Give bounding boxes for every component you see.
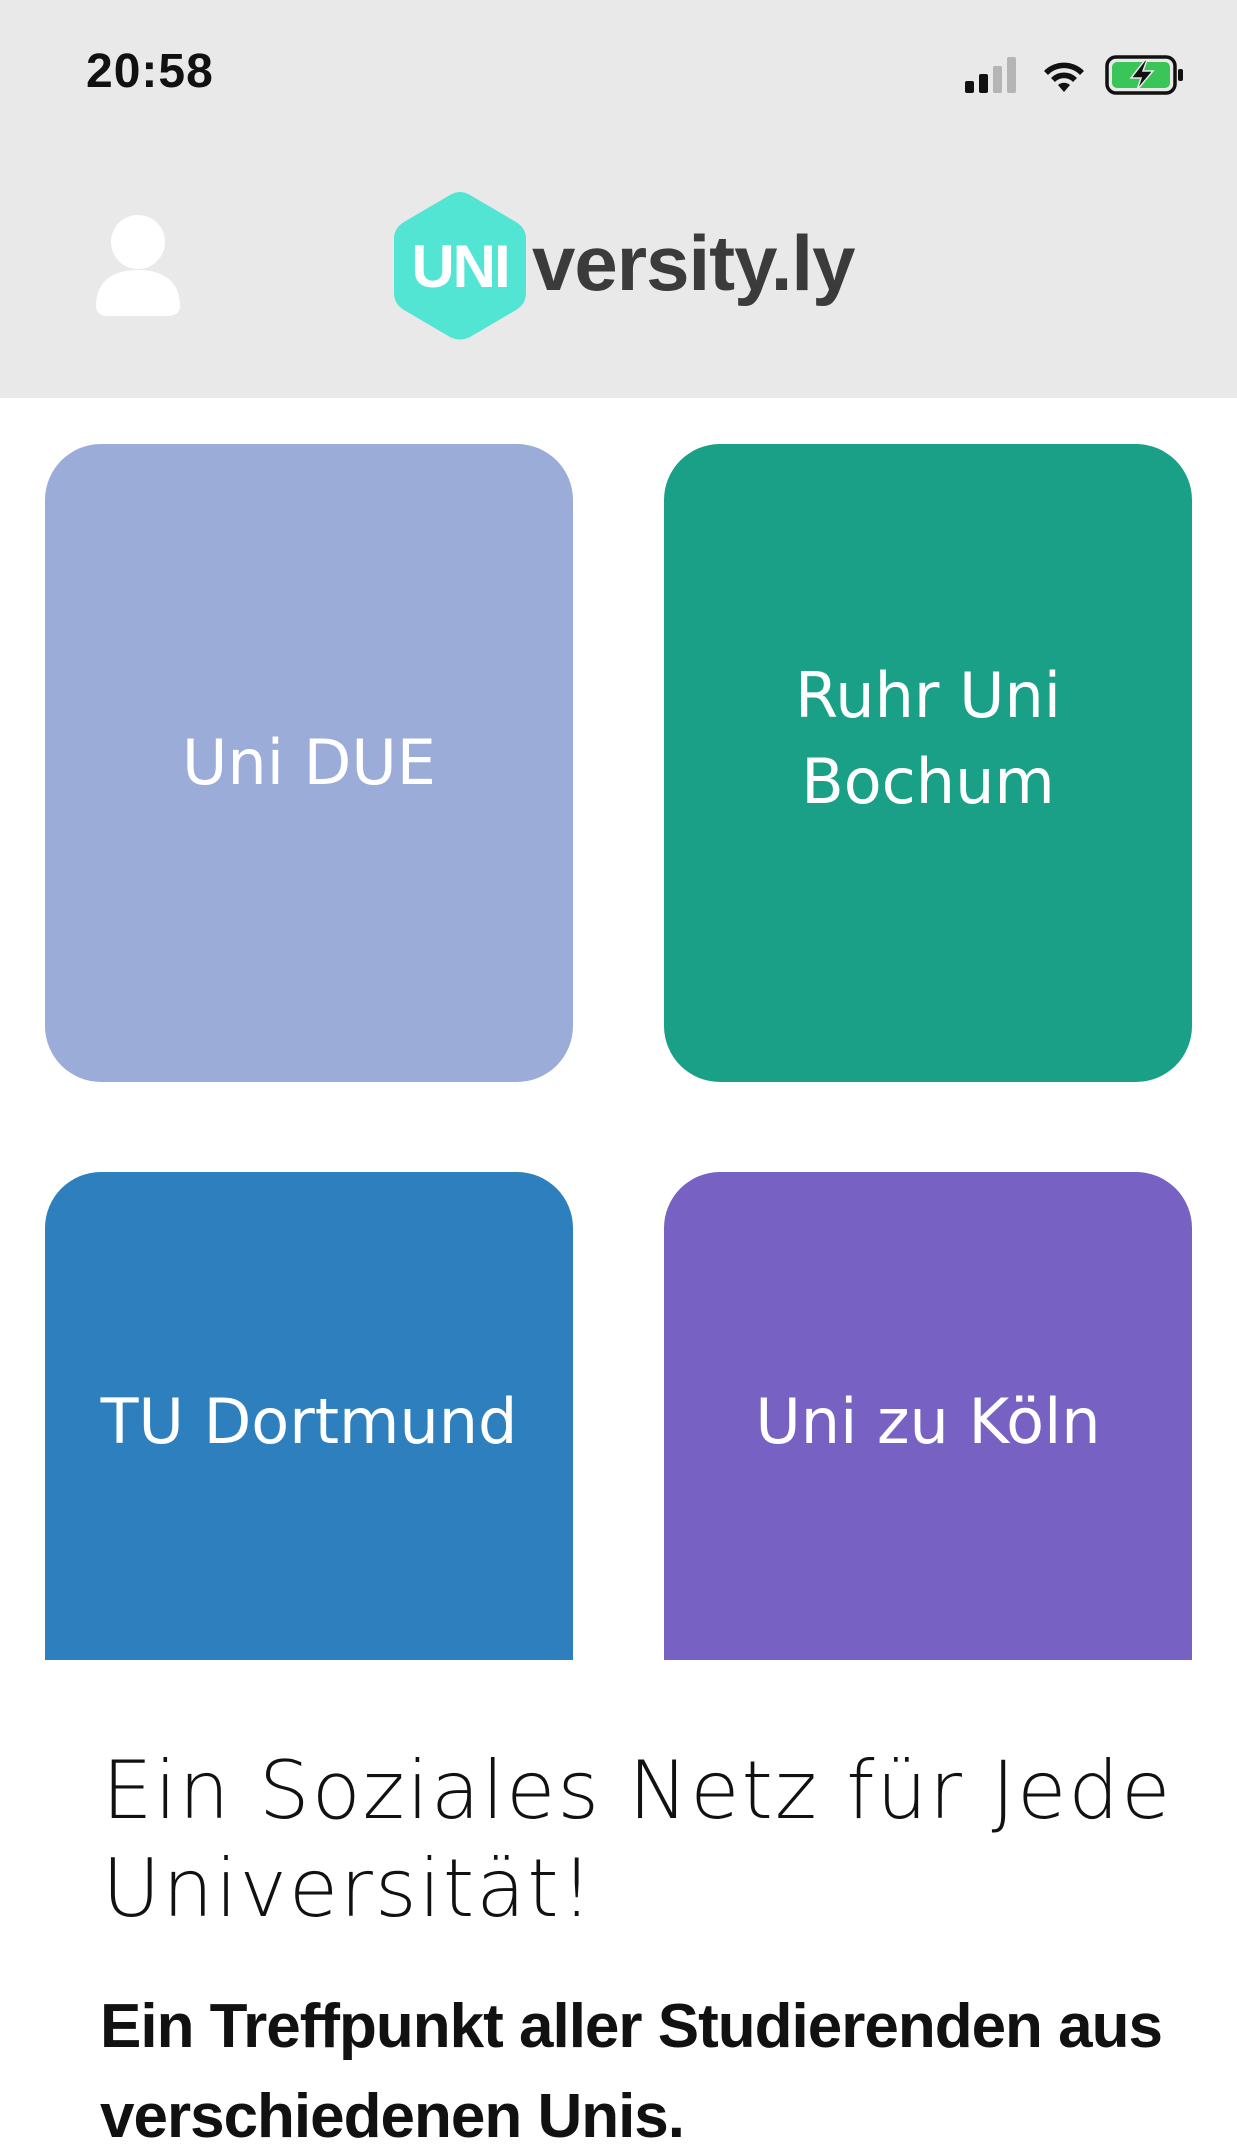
tile-uni-due[interactable]: Uni DUE — [45, 444, 573, 1082]
screen: 20:58 UNI versity.ly Uni DUE Ruhr Uni Bo… — [0, 0, 1237, 2151]
tile-label: Uni DUE — [182, 726, 436, 799]
tile-label: TU Dortmund — [100, 1385, 518, 1458]
tagline-headline: Ein Soziales Netz für Jede Universität! — [102, 1744, 1173, 1935]
user-icon — [96, 215, 180, 316]
logo-text: versity.ly — [532, 218, 855, 307]
tile-tu-dortmund[interactable]: TU Dortmund — [45, 1172, 573, 1660]
wifi-icon — [1044, 62, 1084, 92]
status-icons — [963, 52, 1187, 98]
tile-label: Uni zu Köln — [755, 1385, 1101, 1458]
tile-ruhr-uni-bochum[interactable]: Ruhr Uni Bochum — [664, 444, 1192, 1082]
cellular-signal-icon — [965, 57, 1016, 93]
tile-label: Ruhr Uni Bochum — [795, 659, 1061, 818]
profile-button[interactable] — [92, 212, 184, 318]
logo-badge: UNI — [392, 190, 528, 342]
battery-charging-icon — [1105, 55, 1183, 95]
top-bar: 20:58 UNI versity.ly — [0, 0, 1237, 398]
app-logo: UNI versity.ly — [392, 188, 855, 344]
status-time: 20:58 — [86, 45, 214, 98]
logo-badge-text: UNI — [411, 232, 510, 300]
tile-uni-zu-koln[interactable]: Uni zu Köln — [664, 1172, 1192, 1660]
tagline-subline: Ein Treffpunkt aller Studierenden aus ve… — [100, 1992, 1163, 2151]
